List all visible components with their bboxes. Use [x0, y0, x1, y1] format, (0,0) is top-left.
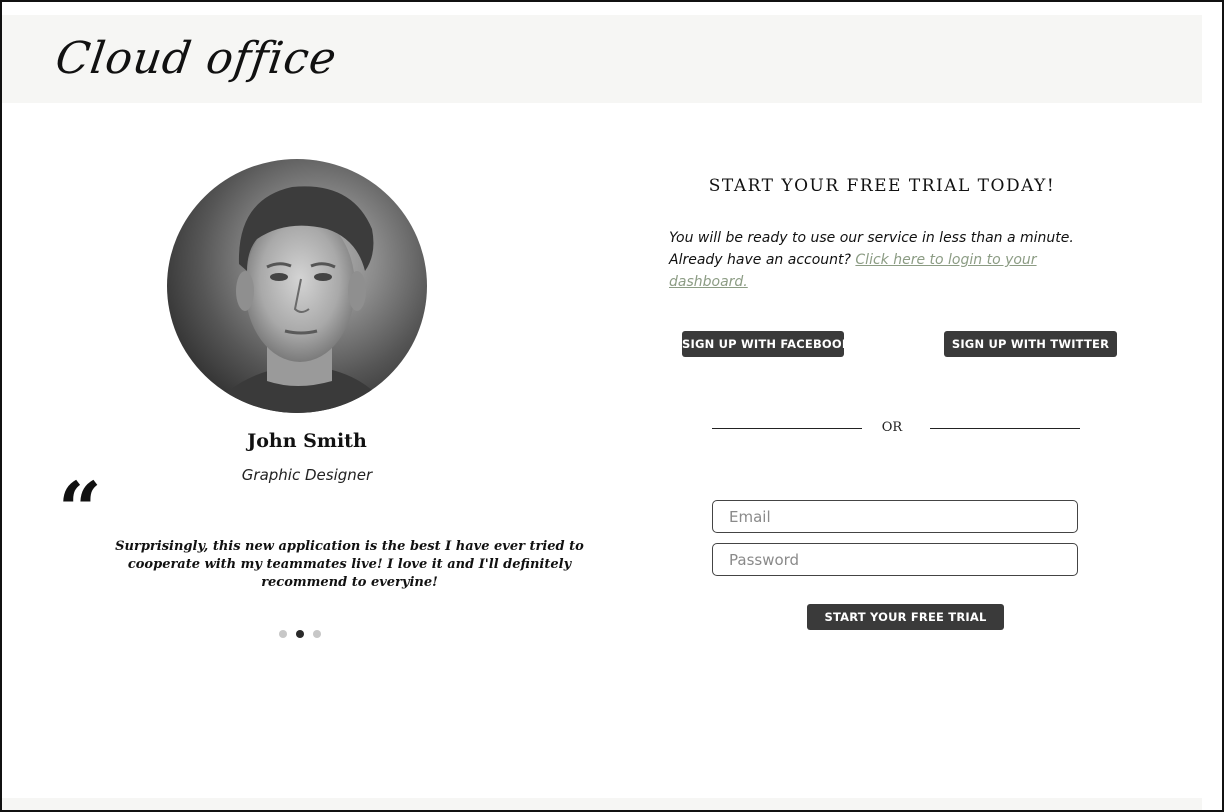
signup-heading: START YOUR FREE TRIAL TODAY!	[708, 176, 1056, 196]
quote-icon: “	[58, 465, 102, 554]
divider-line-left	[712, 428, 862, 429]
carousel-dot-3[interactable]	[313, 630, 321, 638]
person-name: John Smith	[247, 430, 367, 452]
facebook-signup-button[interactable]: SIGN UP WITH FACEBOOK	[682, 331, 851, 357]
portrait-image	[207, 186, 392, 413]
person-title: Graphic Designer	[241, 466, 373, 484]
start-trial-button[interactable]: START YOUR FREE TRIAL	[807, 604, 1004, 630]
carousel-dots	[279, 630, 321, 640]
testimonial-quote: Surprisingly, this new application is th…	[115, 539, 584, 590]
password-field[interactable]	[712, 543, 1078, 576]
footer-strip	[2, 798, 1202, 810]
page-frame: Cloud office John Smith Graphic Designer…	[0, 0, 1224, 812]
twitter-signup-button[interactable]: SIGN UP WITH TWITTER	[944, 331, 1117, 357]
email-field[interactable]	[712, 500, 1078, 533]
divider-line-right	[930, 428, 1080, 429]
logo[interactable]: Cloud office	[52, 33, 340, 84]
carousel-dot-1[interactable]	[279, 630, 287, 638]
header: Cloud office	[2, 15, 1202, 103]
avatar	[167, 159, 427, 413]
signup-intro: You will be ready to use our service in …	[669, 227, 1119, 293]
divider-or: OR	[881, 420, 903, 435]
carousel-dot-2[interactable]	[296, 630, 304, 638]
